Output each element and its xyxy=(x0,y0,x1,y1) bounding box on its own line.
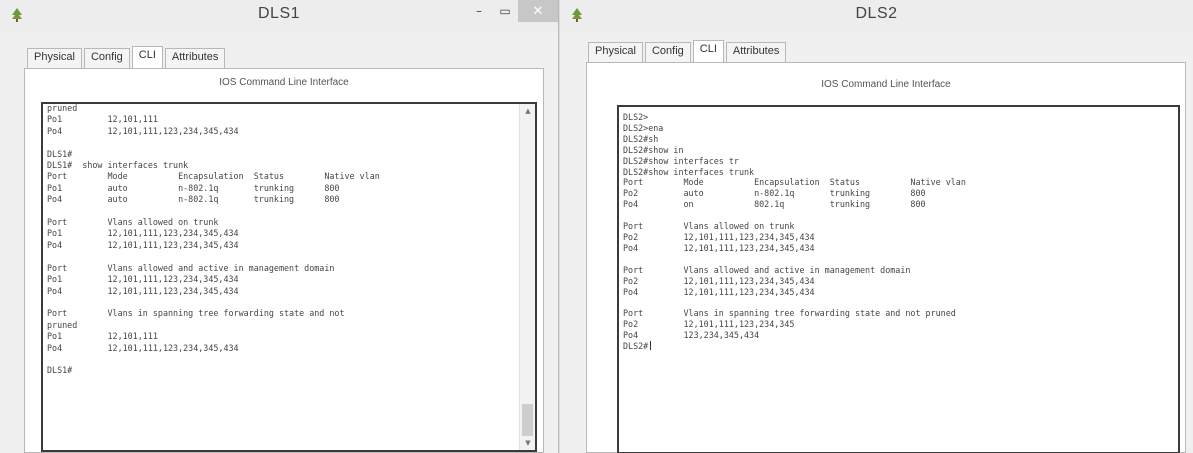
maximize-button[interactable]: ▭ xyxy=(492,0,518,22)
tab-attributes[interactable]: Attributes xyxy=(725,42,787,62)
cli-title: IOS Command Line Interface xyxy=(821,79,951,90)
arrow-up-icon[interactable]: ▲ xyxy=(520,104,535,118)
tab-config[interactable]: Config xyxy=(644,42,691,62)
title-bar[interactable]: DLS1 – ▭ ✕ xyxy=(0,0,558,32)
arrow-down-icon[interactable]: ▼ xyxy=(520,436,535,450)
terminal-text: DLS2> DLS2>ena DLS2#sh DLS2#show in DLS2… xyxy=(623,112,1174,352)
terminal-prompt: DLS2# xyxy=(623,341,649,352)
cli-panel: IOS Command Line Interface pruned Po1 12… xyxy=(24,68,544,453)
window-title: DLS2 xyxy=(855,5,898,22)
close-button[interactable]: ✕ xyxy=(518,0,558,22)
tab-cli[interactable]: CLI xyxy=(131,46,163,68)
tab-config[interactable]: Config xyxy=(83,48,130,68)
cli-title: IOS Command Line Interface xyxy=(219,77,349,88)
tab-attributes[interactable]: Attributes xyxy=(164,48,226,68)
terminal[interactable]: DLS2> DLS2>ena DLS2#sh DLS2#show in DLS2… xyxy=(617,105,1180,453)
cli-panel: IOS Command Line Interface DLS2> DLS2>en… xyxy=(586,62,1186,453)
tab-bar: Physical Config CLI Attributes xyxy=(27,46,227,68)
tab-cli[interactable]: CLI xyxy=(692,40,724,62)
terminal-output[interactable]: DLS2> DLS2>ena DLS2#sh DLS2#show in DLS2… xyxy=(623,112,1174,452)
terminal-text: pruned Po1 12,101,111 Po4 12,101,111,123… xyxy=(47,103,380,376)
tab-physical[interactable]: Physical xyxy=(27,48,82,68)
dls2-window: DLS2 Physical Config CLI Attributes IOS … xyxy=(560,0,1193,453)
tab-bar: Physical Config CLI Attributes xyxy=(588,40,788,62)
vertical-scrollbar[interactable]: ▲ ▼ xyxy=(519,104,535,450)
title-bar[interactable]: DLS2 xyxy=(560,0,1193,32)
scrollbar-thumb[interactable] xyxy=(522,404,533,436)
dls1-window: DLS1 – ▭ ✕ Physical Config CLI Attribute… xyxy=(0,0,559,453)
terminal[interactable]: pruned Po1 12,101,111 Po4 12,101,111,123… xyxy=(41,102,537,452)
minimize-button[interactable]: – xyxy=(466,0,492,22)
text-cursor xyxy=(650,341,652,351)
terminal-history: DLS2> DLS2>ena DLS2#sh DLS2#show in DLS2… xyxy=(623,112,966,341)
tab-physical[interactable]: Physical xyxy=(588,42,643,62)
terminal-output[interactable]: pruned Po1 12,101,111 Po4 12,101,111,123… xyxy=(47,103,515,450)
